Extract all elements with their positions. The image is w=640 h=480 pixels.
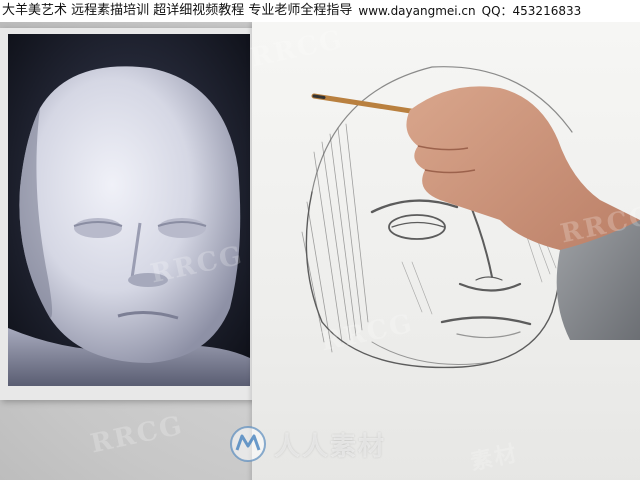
watermark-logo-text: 人人素材 (274, 431, 387, 462)
hand-with-pencil (311, 86, 640, 340)
course-title: 大羊美艺术 远程素描培训 超详细视频教程 专业老师全程指导 (2, 3, 353, 18)
video-frame: 大羊美艺术 远程素描培训 超详细视频教程 专业老师全程指导 www.dayang… (0, 0, 640, 480)
watermark-text: RRCG (87, 410, 187, 460)
caption-banner: 大羊美艺术 远程素描培训 超详细视频教程 专业老师全程指导 www.dayang… (0, 0, 640, 22)
reference-photo (0, 28, 258, 400)
rrcg-watermark-logo: 人人素材 (228, 424, 386, 464)
qq-contact: QQ：453216833 (481, 4, 582, 18)
website-link[interactable]: www.dayangmei.cn (358, 0, 475, 22)
plaster-mask-photo-image (8, 34, 250, 386)
rrcg-logo-icon (230, 426, 266, 462)
